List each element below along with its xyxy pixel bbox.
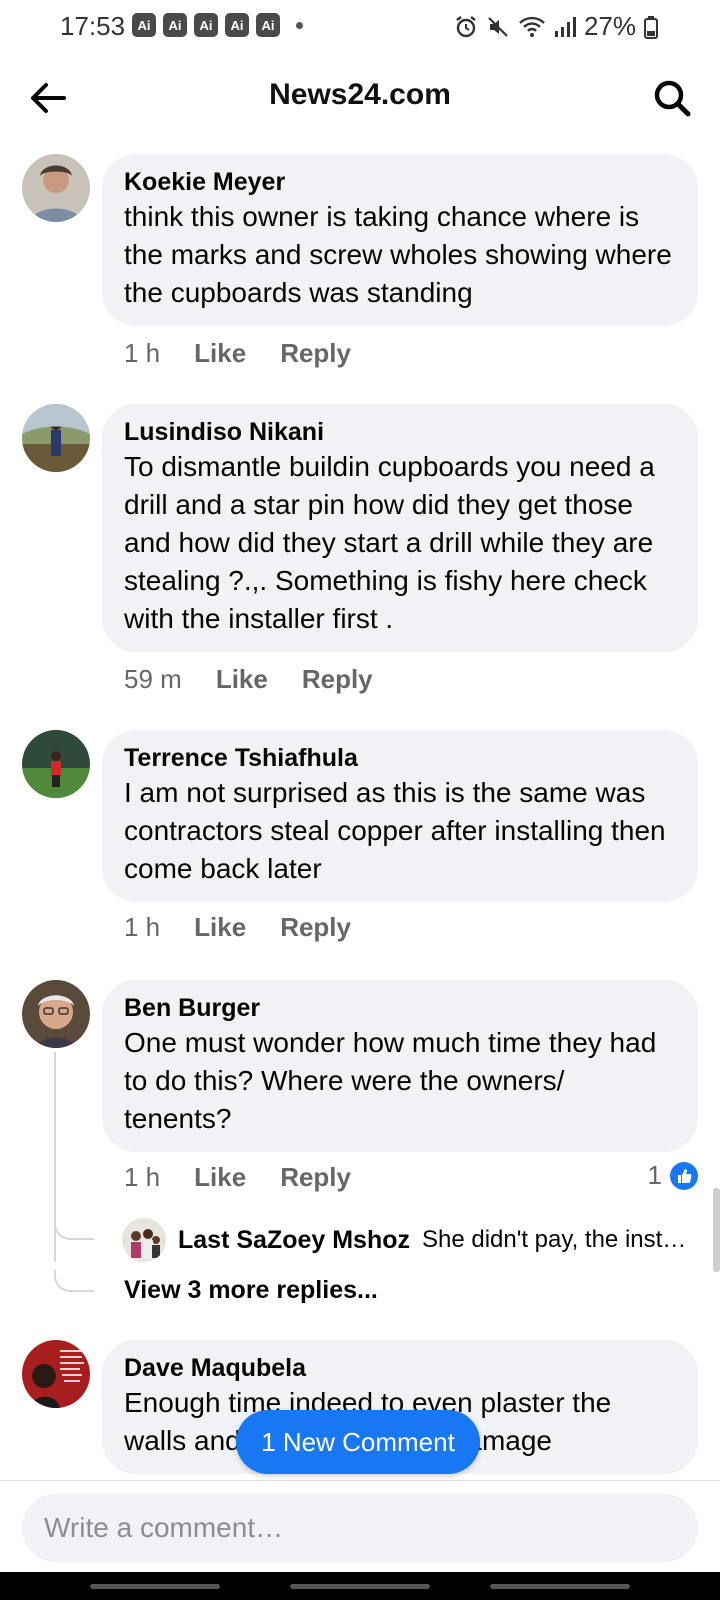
comment-text: One must wonder how much time they had t… [124,1027,657,1134]
reply-text: She didn't pay, the installers took it b… [422,1226,692,1253]
system-nav-bar [0,1572,720,1600]
more-notifications-dot [296,22,303,29]
comment-time: 1 h [124,338,161,368]
search-icon[interactable] [650,76,694,120]
comment-author[interactable]: Lusindiso Nikani [124,416,676,448]
reaction-count-number: 1 [647,1160,662,1190]
nav-home-button[interactable] [290,1584,430,1589]
like-button[interactable]: Like [194,1162,246,1193]
avatar[interactable] [22,404,90,472]
ai-notification-icon: Ai [256,13,280,37]
status-right: 27% [454,11,658,42]
status-bar: 17:53 Ai Ai Ai Ai Ai 27% [0,0,720,56]
nav-back-button[interactable] [490,1584,630,1589]
wifi-icon [519,16,545,37]
comment-actions: 1 h Like Reply [124,338,351,369]
nav-recents-button[interactable] [90,1584,220,1589]
battery-icon [644,15,658,39]
ai-notification-icon: Ai [225,13,249,37]
reply-author[interactable]: Last SaZoey Mshoz [178,1226,410,1255]
comment-time: 1 h [124,912,161,942]
ai-notification-icon: Ai [132,13,156,37]
status-time: 17:53 [60,11,126,41]
reply-button[interactable]: Reply [280,338,351,369]
new-comment-button[interactable]: 1 New Comment [236,1410,480,1474]
comment-text: I am not surprised as this is the same w… [124,777,666,884]
comment-actions: 1 h Like Reply [124,1162,351,1193]
like-button[interactable]: Like [194,338,246,369]
alarm-icon [456,15,476,37]
thumbs-up-icon [670,1161,698,1190]
ai-notification-icon: Ai [163,13,187,37]
comment-author[interactable]: Dave Maqubela [124,1352,676,1384]
comment-input[interactable] [44,1512,676,1544]
comment-author[interactable]: Terrence Tshiafhula [124,742,676,774]
avatar[interactable] [22,730,90,798]
ai-notification-icon: Ai [194,13,218,37]
reply-button[interactable]: Reply [280,1162,351,1193]
signal-icon [554,16,576,37]
reply-preview[interactable]: Last SaZoey Mshoz She didn't pay, the in… [122,1218,692,1262]
avatar[interactable] [22,154,90,222]
like-button[interactable]: Like [216,664,268,695]
comment-author[interactable]: Koekie Meyer [124,166,676,198]
view-more-replies-link[interactable]: View 3 more replies... [124,1276,378,1305]
comment-bubble[interactable]: Lusindiso Nikani To dismantle buildin cu… [102,404,698,652]
page-title: News24.com [269,78,451,111]
like-button[interactable]: Like [194,912,246,943]
comment-composer[interactable] [22,1494,698,1562]
reply-button[interactable]: Reply [302,664,373,695]
divider [0,1480,720,1481]
thread-branch [54,1218,94,1240]
ai-badges: Ai Ai Ai Ai Ai [132,13,280,37]
scrollbar[interactable] [713,1188,720,1272]
avatar[interactable] [22,980,90,1048]
comment-author[interactable]: Ben Burger [124,992,676,1024]
thread-branch [54,1270,94,1292]
battery-percent: 27% [583,11,636,41]
comment-text: think this owner is taking chance where … [124,201,672,308]
comment-time: 59 m [124,664,182,694]
reply-button[interactable]: Reply [280,912,351,943]
app-header: News24.com [0,56,720,142]
comment-actions: 59 m Like Reply [124,664,373,695]
comment-time: 1 h [124,1162,161,1192]
comment-actions: 1 h Like Reply [124,912,351,943]
reply-avatar[interactable] [122,1218,166,1262]
reaction-count[interactable]: 1 [648,1160,698,1191]
comment-bubble[interactable]: Koekie Meyer think this owner is taking … [102,154,698,326]
comment-text: To dismantle buildin cupboards you need … [124,451,655,634]
comment-bubble[interactable]: Ben Burger One must wonder how much time… [102,980,698,1152]
comment-bubble[interactable]: Terrence Tshiafhula I am not surprised a… [102,730,698,902]
avatar[interactable] [22,1340,90,1408]
mute-icon [488,16,508,37]
